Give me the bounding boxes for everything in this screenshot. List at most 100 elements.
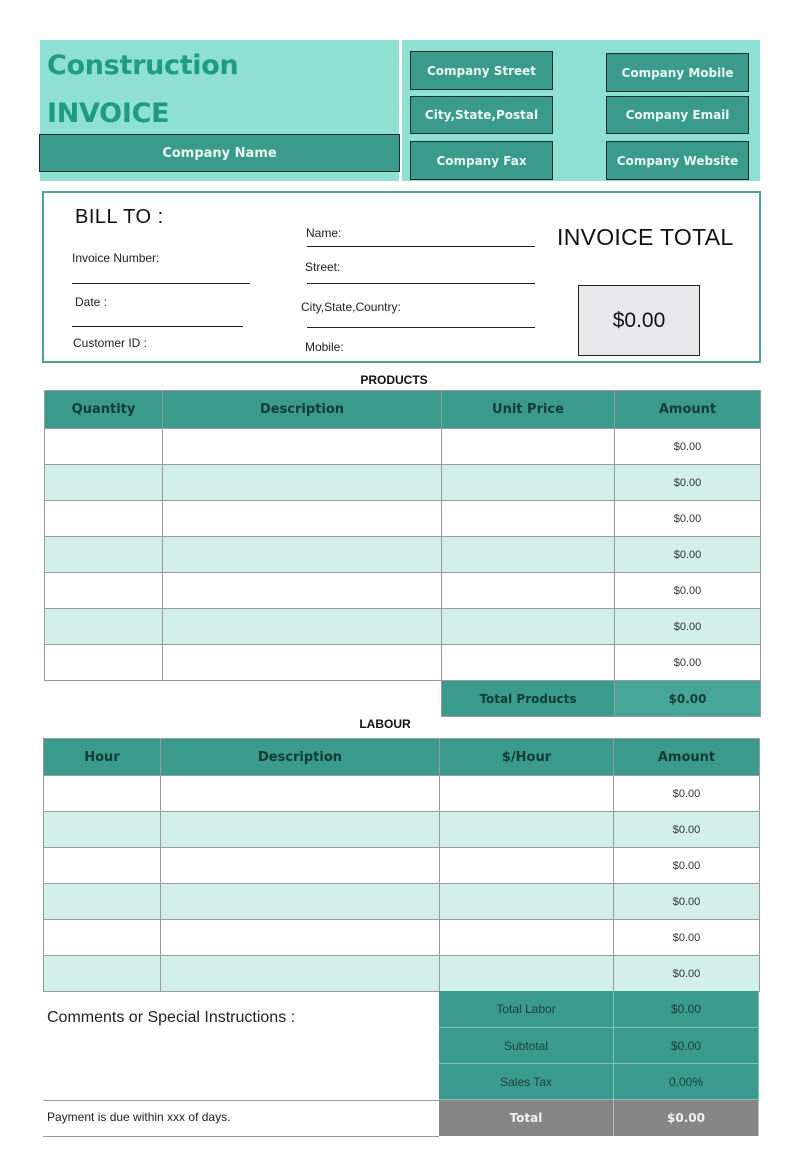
rate-cell[interactable] — [439, 811, 614, 848]
amount-cell: $0.00 — [613, 919, 760, 956]
company-street-field[interactable]: Company Street — [410, 51, 553, 90]
mobile-label: Mobile: — [305, 340, 344, 354]
customer-id-label: Customer ID : — [73, 336, 148, 350]
hour-cell[interactable] — [43, 955, 161, 992]
amount-cell: $0.00 — [614, 536, 761, 573]
quantity-cell[interactable] — [44, 464, 163, 501]
street-input[interactable] — [307, 283, 535, 284]
unit-price-cell[interactable] — [441, 608, 615, 645]
description-cell[interactable] — [162, 500, 442, 537]
comments-input[interactable] — [43, 1020, 439, 1098]
column-header-quantity: Quantity — [44, 390, 163, 429]
amount-cell: $0.00 — [614, 572, 761, 609]
total-products-label: Total Products — [441, 680, 615, 717]
amount-cell: $0.00 — [613, 883, 760, 920]
products-table: Quantity Description Unit Price Amount $… — [44, 390, 761, 717]
invoice-total-value: $0.00 — [578, 285, 700, 356]
company-website-field[interactable]: Company Website — [606, 141, 749, 180]
street-label: Street: — [305, 260, 341, 274]
products-title: PRODUCTS — [360, 373, 428, 387]
column-header-description: Description — [160, 738, 440, 776]
description-cell[interactable] — [162, 572, 442, 609]
company-city-state-postal-field[interactable]: City,State,Postal — [410, 96, 553, 134]
unit-price-cell[interactable] — [441, 500, 615, 537]
unit-price-cell[interactable] — [441, 572, 615, 609]
description-cell[interactable] — [160, 775, 440, 812]
column-header-unit-price: Unit Price — [441, 390, 615, 429]
description-cell[interactable] — [160, 811, 440, 848]
rate-cell[interactable] — [439, 883, 614, 920]
description-cell[interactable] — [162, 608, 442, 645]
description-cell[interactable] — [160, 919, 440, 956]
unit-price-cell[interactable] — [441, 428, 615, 465]
total-products-row: Total Products $0.00 — [45, 680, 761, 717]
title-construction: Construction — [47, 50, 239, 81]
product-row: $0.00 — [44, 644, 761, 681]
amount-cell: $0.00 — [614, 500, 761, 537]
invoice-total-title: INVOICE TOTAL — [557, 224, 734, 250]
quantity-cell[interactable] — [44, 428, 163, 465]
description-cell[interactable] — [160, 847, 440, 884]
unit-price-cell[interactable] — [441, 536, 615, 573]
description-cell[interactable] — [162, 464, 442, 501]
product-row: $0.00 — [44, 464, 761, 501]
quantity-cell[interactable] — [44, 644, 163, 681]
labour-row: $0.00 — [43, 775, 760, 812]
rate-cell[interactable] — [439, 955, 614, 992]
subtotal-label: Subtotal — [439, 1028, 614, 1064]
unit-price-cell[interactable] — [441, 464, 615, 501]
hour-cell[interactable] — [43, 775, 161, 812]
hour-cell[interactable] — [43, 919, 161, 956]
hour-cell[interactable] — [43, 883, 161, 920]
description-cell[interactable] — [160, 955, 440, 992]
sales-tax-value[interactable]: 0.00% — [614, 1064, 759, 1100]
invoice-number-input[interactable] — [72, 283, 250, 284]
product-row: $0.00 — [44, 608, 761, 645]
description-cell[interactable] — [162, 644, 442, 681]
divider — [43, 1136, 439, 1137]
description-cell[interactable] — [162, 536, 442, 573]
grand-total-value: $0.00 — [614, 1100, 759, 1136]
city-state-country-input[interactable] — [307, 327, 535, 328]
rate-cell[interactable] — [439, 847, 614, 884]
name-input[interactable] — [307, 246, 535, 247]
labour-row: $0.00 — [43, 955, 760, 992]
company-email-field[interactable]: Company Email — [606, 96, 749, 134]
city-state-country-label: City,State,Country: — [301, 300, 401, 314]
empty-cell — [45, 681, 442, 717]
hour-cell[interactable] — [43, 811, 161, 848]
company-mobile-field[interactable]: Company Mobile — [606, 53, 749, 92]
quantity-cell[interactable] — [44, 572, 163, 609]
rate-cell[interactable] — [439, 775, 614, 812]
amount-cell: $0.00 — [614, 644, 761, 681]
rate-cell[interactable] — [439, 919, 614, 956]
unit-price-cell[interactable] — [441, 644, 615, 681]
amount-cell: $0.00 — [614, 428, 761, 465]
invoice-number-label: Invoice Number: — [72, 251, 160, 265]
bill-to-title: BILL TO : — [75, 206, 164, 228]
total-labor-label: Total Labor — [439, 991, 614, 1028]
hour-cell[interactable] — [43, 847, 161, 884]
column-header-hour: Hour — [43, 738, 161, 776]
column-header-amount: Amount — [613, 738, 760, 776]
column-header-description: Description — [162, 390, 442, 429]
total-products-value: $0.00 — [614, 680, 761, 717]
date-input[interactable] — [72, 326, 243, 327]
labour-row: $0.00 — [43, 847, 760, 884]
company-name-field[interactable]: Company Name — [39, 134, 400, 172]
quantity-cell[interactable] — [44, 536, 163, 573]
description-cell[interactable] — [162, 428, 442, 465]
amount-cell: $0.00 — [613, 955, 760, 992]
payment-note: Payment is due within xxx of days. — [47, 1110, 231, 1124]
date-label: Date : — [75, 295, 108, 309]
product-row: $0.00 — [44, 536, 761, 573]
quantity-cell[interactable] — [44, 500, 163, 537]
amount-cell: $0.00 — [614, 608, 761, 645]
amount-cell: $0.00 — [613, 775, 760, 812]
header-company-panel: Company Street City,State,Postal Company… — [402, 40, 760, 181]
description-cell[interactable] — [160, 883, 440, 920]
quantity-cell[interactable] — [44, 608, 163, 645]
labour-row: $0.00 — [43, 811, 760, 848]
name-label: Name: — [306, 226, 342, 240]
company-fax-field[interactable]: Company Fax — [410, 141, 553, 180]
